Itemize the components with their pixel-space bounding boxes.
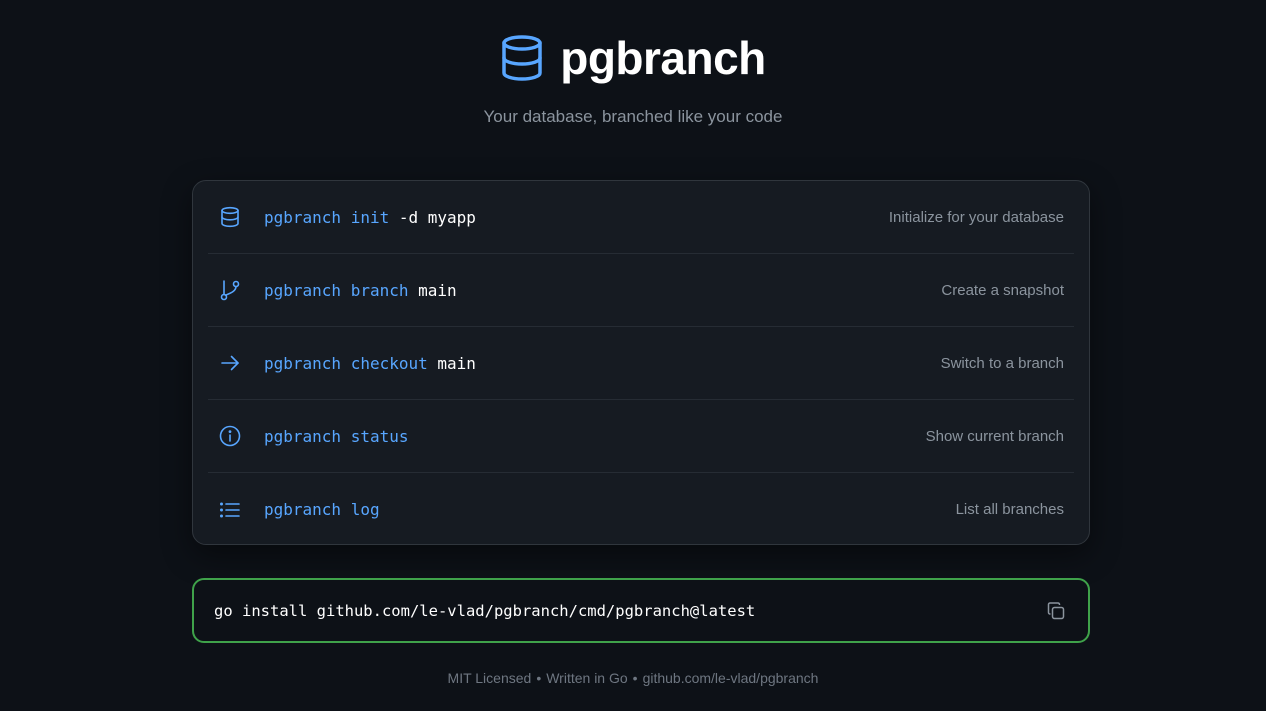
copy-icon: [1047, 601, 1065, 619]
page: pgbranch Your database, branched like yo…: [0, 0, 1266, 711]
command-description: Switch to a branch: [940, 354, 1064, 372]
command-program: pgbranch: [264, 207, 342, 227]
footer-repo-link[interactable]: github.com/le-vlad/pgbranch: [643, 670, 819, 686]
footer-language: Written in Go: [546, 670, 628, 686]
command-subcommand: status: [350, 426, 409, 446]
footer: MIT Licensed • Written in Go • github.com/le…: [0, 670, 1266, 686]
footer-license: MIT Licensed: [447, 670, 532, 686]
command-row-branch: pgbranch branch main Create a snapshot: [208, 254, 1074, 327]
tagline: Your database, branched like your code: [483, 107, 783, 126]
copy-button[interactable]: [1044, 599, 1068, 623]
command-program: pgbranch: [264, 426, 342, 446]
command-subcommand: branch: [350, 280, 409, 300]
command-text: pgbranch log: [264, 500, 956, 519]
command-description: Create a snapshot: [941, 281, 1064, 299]
install-box: go install github.com/le-vlad/pgbranch/c…: [192, 578, 1090, 643]
command-args: -d myapp: [398, 207, 476, 227]
command-program: pgbranch: [264, 500, 342, 519]
command-subcommand: log: [350, 500, 380, 519]
command-args: main: [437, 353, 476, 373]
database-icon: [218, 205, 242, 229]
footer-separator: •: [632, 670, 638, 686]
command-text: pgbranch branch main: [264, 281, 941, 300]
command-row-init: pgbranch init -d myapp Initialize for yo…: [208, 181, 1074, 254]
command-row-checkout: pgbranch checkout main Switch to a branc…: [208, 327, 1074, 400]
header: pgbranch: [0, 30, 1266, 86]
command-subcommand: init: [350, 207, 390, 227]
command-program: pgbranch: [264, 353, 342, 373]
info-icon: [218, 424, 242, 448]
command-description: Initialize for your database: [888, 208, 1064, 226]
command-text: pgbranch init -d myapp: [264, 208, 889, 227]
command-text: pgbranch checkout main: [264, 354, 941, 373]
command-args: main: [418, 280, 457, 300]
command-subcommand: checkout: [350, 353, 428, 373]
git-branch-icon: [218, 278, 242, 302]
database-icon: [500, 34, 544, 82]
command-description: Show current branch: [925, 427, 1064, 445]
arrow-right-icon: [218, 351, 242, 375]
command-row-status: pgbranch status Show current branch: [208, 400, 1074, 473]
command-text: pgbranch status: [264, 427, 926, 446]
list-icon: [218, 498, 242, 522]
command-row-log: pgbranch log List all branches: [208, 473, 1074, 546]
footer-separator: •: [536, 670, 542, 686]
command-program: pgbranch: [264, 280, 342, 300]
install-command[interactable]: go install github.com/le-vlad/pgbranch/c…: [214, 602, 1044, 620]
page-title: pgbranch: [560, 32, 766, 84]
commands-card: pgbranch init -d myapp Initialize for yo…: [192, 180, 1090, 545]
command-description: List all branches: [955, 501, 1064, 518]
